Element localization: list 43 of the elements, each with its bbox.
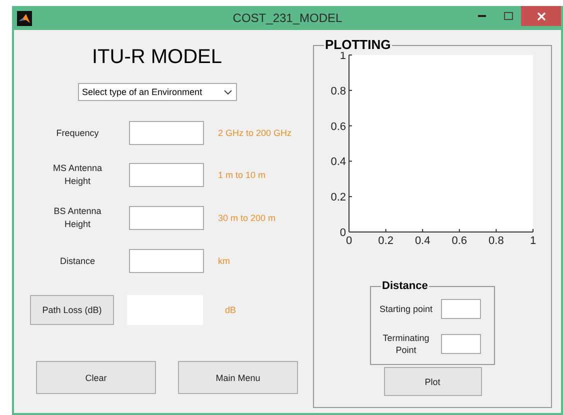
- minimize-icon: [478, 15, 486, 17]
- path-loss-button[interactable]: Path Loss (dB): [30, 295, 114, 325]
- x-tick-label: 0.6: [451, 235, 467, 247]
- group-title: Distance: [381, 280, 429, 292]
- x-tick-label: 0.8: [488, 235, 504, 247]
- app-logo-icon: [17, 10, 32, 26]
- window-title: COST_231_MODEL: [232, 11, 342, 25]
- caret-icon: [224, 90, 232, 94]
- y-tick-label: 0.4: [330, 156, 346, 168]
- action-button[interactable]: Main Menu: [178, 361, 298, 394]
- environment-dropdown[interactable]: Select type of an Environment: [78, 83, 237, 101]
- field-label: Frequency: [56, 126, 99, 140]
- input-field[interactable]: [441, 299, 481, 319]
- x-tick-label: 0.4: [414, 235, 430, 247]
- y-tick-label: 0.6: [330, 120, 346, 133]
- range-hint: 2 GHz to 200 GHz: [218, 128, 292, 138]
- input-field[interactable]: [129, 206, 204, 230]
- input-field[interactable]: [441, 334, 481, 354]
- field-label: Terminating Point: [382, 332, 430, 356]
- input-field[interactable]: [129, 249, 204, 273]
- x-tick-label: 0: [345, 235, 352, 247]
- range-hint: 1 m to 10 m: [218, 170, 266, 180]
- field-label: MS Antenna Height: [52, 162, 104, 188]
- action-button[interactable]: Clear: [36, 361, 156, 394]
- field-label: Distance: [60, 254, 95, 268]
- range-hint: 30 m to 200 m: [218, 213, 276, 223]
- x-tick-label: 0.2: [378, 235, 393, 247]
- maximize-icon: [504, 12, 512, 20]
- close-icon: [536, 12, 546, 20]
- plot-button[interactable]: Plot: [384, 367, 482, 396]
- input-field[interactable]: [129, 121, 204, 145]
- field-label: Starting point: [379, 303, 433, 315]
- y-tick-label: 0.2: [330, 192, 346, 204]
- y-tick-label: 0.8: [330, 85, 346, 98]
- unit-label: dB: [225, 305, 236, 315]
- input-field[interactable]: [129, 163, 204, 187]
- panel-title: PLOTTING: [324, 37, 392, 52]
- range-hint: km: [218, 256, 230, 266]
- model-heading: ITU-R MODEL: [92, 46, 222, 69]
- close-button[interactable]: [521, 6, 561, 26]
- field-label: BS Antenna Height: [52, 205, 102, 231]
- x-tick-label: 1: [529, 235, 536, 247]
- y-tick-label: 0: [339, 227, 346, 239]
